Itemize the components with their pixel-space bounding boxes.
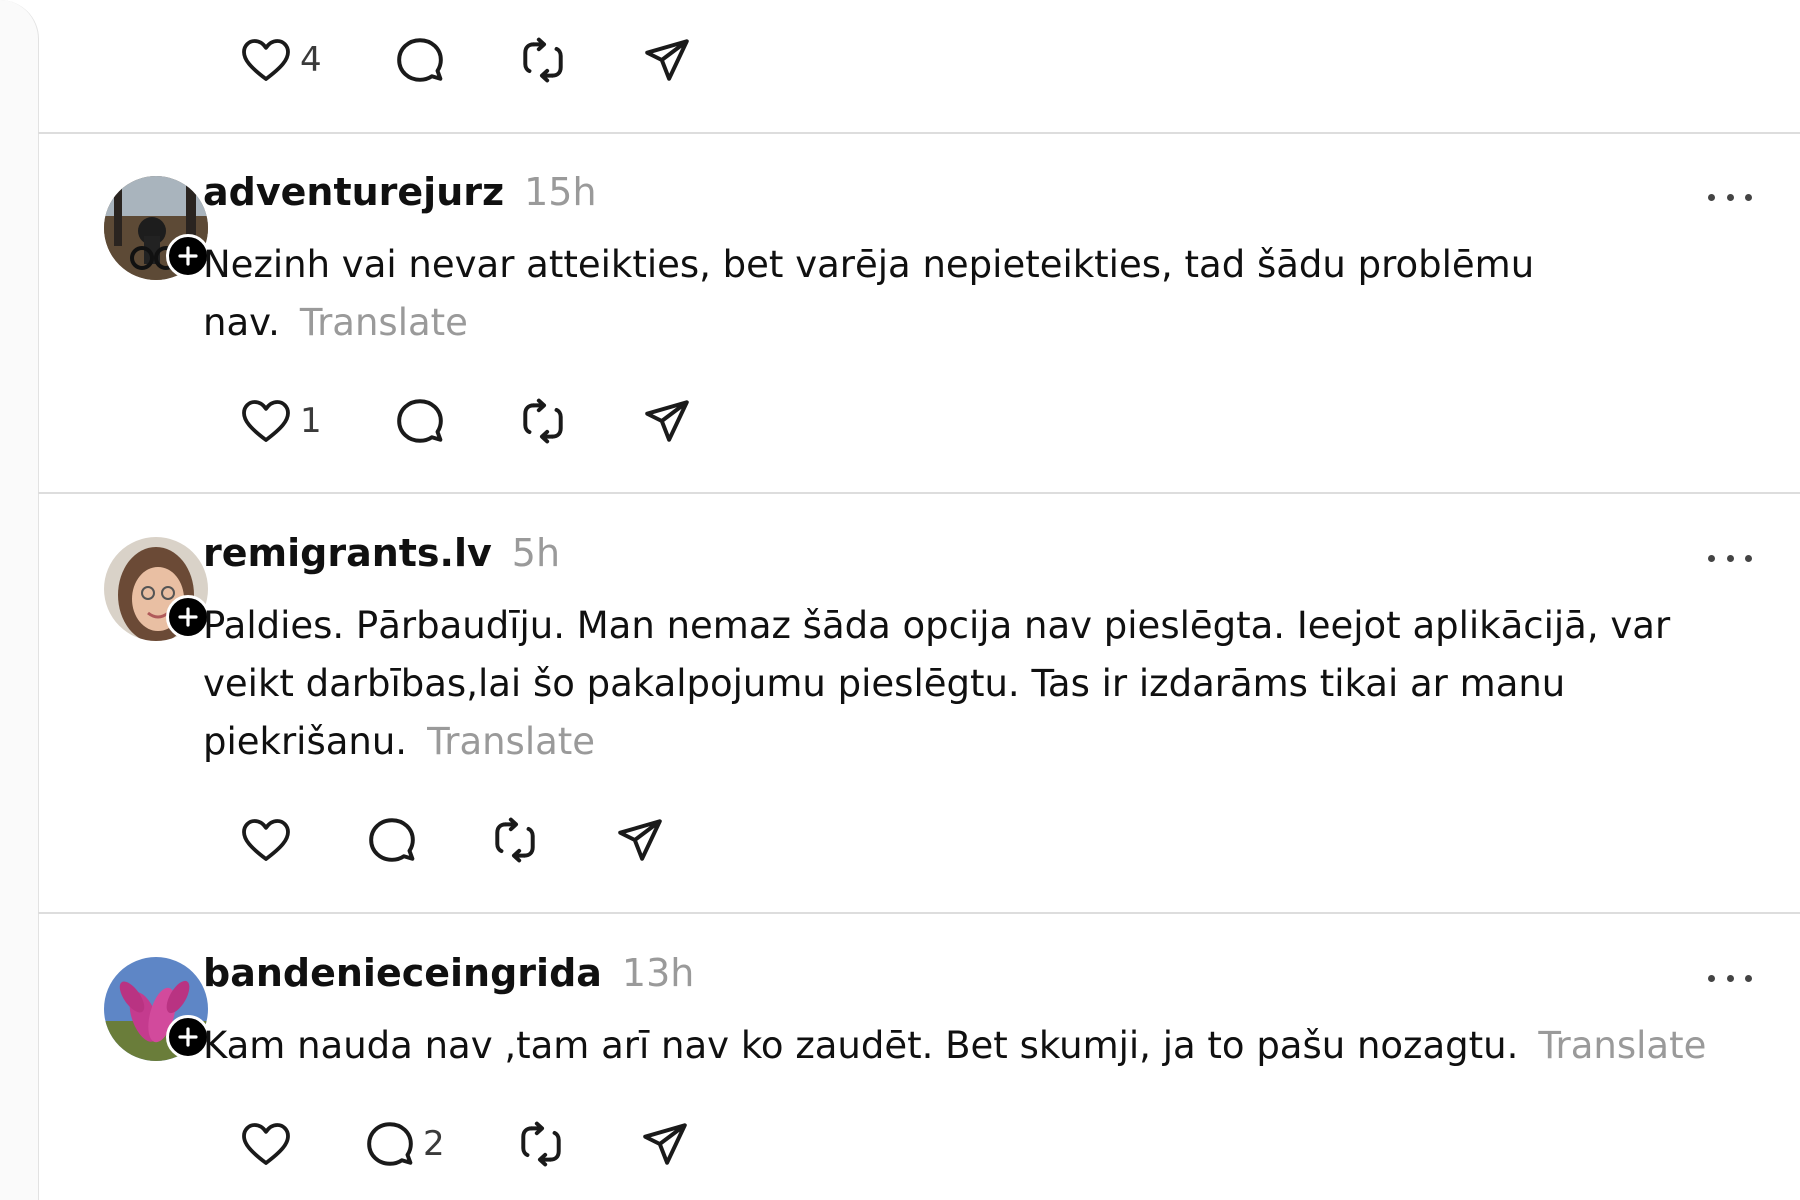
divider bbox=[38, 492, 1800, 494]
send-icon bbox=[645, 39, 689, 81]
post-text: Kam nauda nav ,tam arī nav ko zaudēt. Be… bbox=[203, 1017, 1743, 1075]
translate-link[interactable]: Translate bbox=[300, 301, 468, 344]
reply-button[interactable] bbox=[395, 391, 445, 451]
more-dot bbox=[1745, 193, 1752, 201]
plus-icon bbox=[178, 246, 198, 266]
like-count: 1 bbox=[300, 401, 322, 441]
share-button[interactable] bbox=[642, 30, 692, 90]
post-header: bandenieceingrida 13h bbox=[203, 951, 694, 995]
username[interactable]: remigrants.lv bbox=[203, 531, 492, 575]
post-body: Kam nauda nav ,tam arī nav ko zaudēt. Be… bbox=[203, 1024, 1519, 1067]
plus-icon bbox=[178, 607, 198, 627]
send-icon bbox=[643, 1123, 687, 1165]
more-dot bbox=[1745, 554, 1752, 562]
like-button[interactable]: 4 bbox=[240, 30, 322, 90]
timestamp[interactable]: 15h bbox=[524, 170, 596, 214]
like-count: 4 bbox=[300, 40, 322, 80]
post-action-bar: 2 bbox=[0, 1114, 800, 1174]
like-button[interactable] bbox=[240, 810, 300, 870]
like-button[interactable] bbox=[240, 1114, 300, 1174]
heart-icon bbox=[242, 819, 290, 861]
post-text: Nezinh vai nevar atteikties, bet varēja … bbox=[203, 236, 1743, 352]
repost-icon bbox=[523, 398, 563, 444]
more-dot bbox=[1745, 974, 1752, 982]
more-options-button[interactable] bbox=[1708, 543, 1752, 573]
send-icon bbox=[618, 819, 662, 861]
avatar-wrapper bbox=[104, 537, 210, 641]
timestamp[interactable]: 13h bbox=[622, 951, 694, 995]
divider bbox=[38, 132, 1800, 134]
post-action-bar bbox=[0, 810, 800, 870]
share-button[interactable] bbox=[642, 391, 692, 451]
post-header: remigrants.lv 5h bbox=[203, 531, 560, 575]
more-options-button[interactable] bbox=[1708, 963, 1752, 993]
timestamp[interactable]: 5h bbox=[512, 531, 560, 575]
post-body: Paldies. Pārbaudīju. Man nemaz šāda opci… bbox=[203, 604, 1671, 763]
comment-icon bbox=[369, 818, 415, 862]
reply-button[interactable] bbox=[367, 810, 417, 870]
repost-button[interactable] bbox=[518, 30, 568, 90]
more-dot bbox=[1726, 974, 1734, 982]
share-button[interactable] bbox=[640, 1114, 690, 1174]
plus-icon bbox=[178, 1027, 198, 1047]
comment-icon bbox=[367, 1122, 413, 1166]
translate-link[interactable]: Translate bbox=[427, 720, 595, 763]
reply-button[interactable] bbox=[395, 30, 445, 90]
translate-link[interactable]: Translate bbox=[1538, 1024, 1706, 1067]
username[interactable]: adventurejurz bbox=[203, 170, 504, 214]
more-dot bbox=[1726, 193, 1734, 201]
more-dots-icon bbox=[1708, 193, 1715, 201]
heart-icon bbox=[242, 400, 290, 442]
comment-icon bbox=[397, 399, 443, 443]
reply-button[interactable]: 2 bbox=[365, 1114, 445, 1174]
repost-icon bbox=[523, 37, 563, 83]
more-dots-icon bbox=[1708, 974, 1715, 982]
more-dots-icon bbox=[1708, 554, 1715, 562]
divider bbox=[38, 912, 1800, 914]
more-dot bbox=[1726, 554, 1734, 562]
avatar-wrapper bbox=[104, 957, 210, 1061]
post-text: Paldies. Pārbaudīju. Man nemaz šāda opci… bbox=[203, 597, 1743, 771]
post-action-bar: 1 bbox=[0, 391, 800, 451]
repost-button[interactable] bbox=[490, 810, 540, 870]
thread-replies-page: 4 adventurejurz 15h Nezinh vai nevar att… bbox=[0, 0, 1800, 1200]
send-icon bbox=[645, 400, 689, 442]
share-button[interactable] bbox=[615, 810, 665, 870]
heart-icon bbox=[242, 1123, 290, 1165]
repost-button[interactable] bbox=[516, 1114, 566, 1174]
like-button[interactable]: 1 bbox=[240, 391, 322, 451]
left-panel-edge bbox=[0, 0, 39, 1200]
comment-icon bbox=[397, 38, 443, 82]
more-options-button[interactable] bbox=[1708, 182, 1752, 212]
post-header: adventurejurz 15h bbox=[203, 170, 597, 214]
repost-icon bbox=[521, 1121, 561, 1167]
username[interactable]: bandenieceingrida bbox=[203, 951, 602, 995]
repost-icon bbox=[495, 817, 535, 863]
avatar-wrapper bbox=[104, 176, 210, 280]
top-post-action-bar: 4 bbox=[0, 30, 800, 90]
heart-icon bbox=[242, 39, 290, 81]
reply-count: 2 bbox=[423, 1124, 445, 1164]
repost-button[interactable] bbox=[518, 391, 568, 451]
